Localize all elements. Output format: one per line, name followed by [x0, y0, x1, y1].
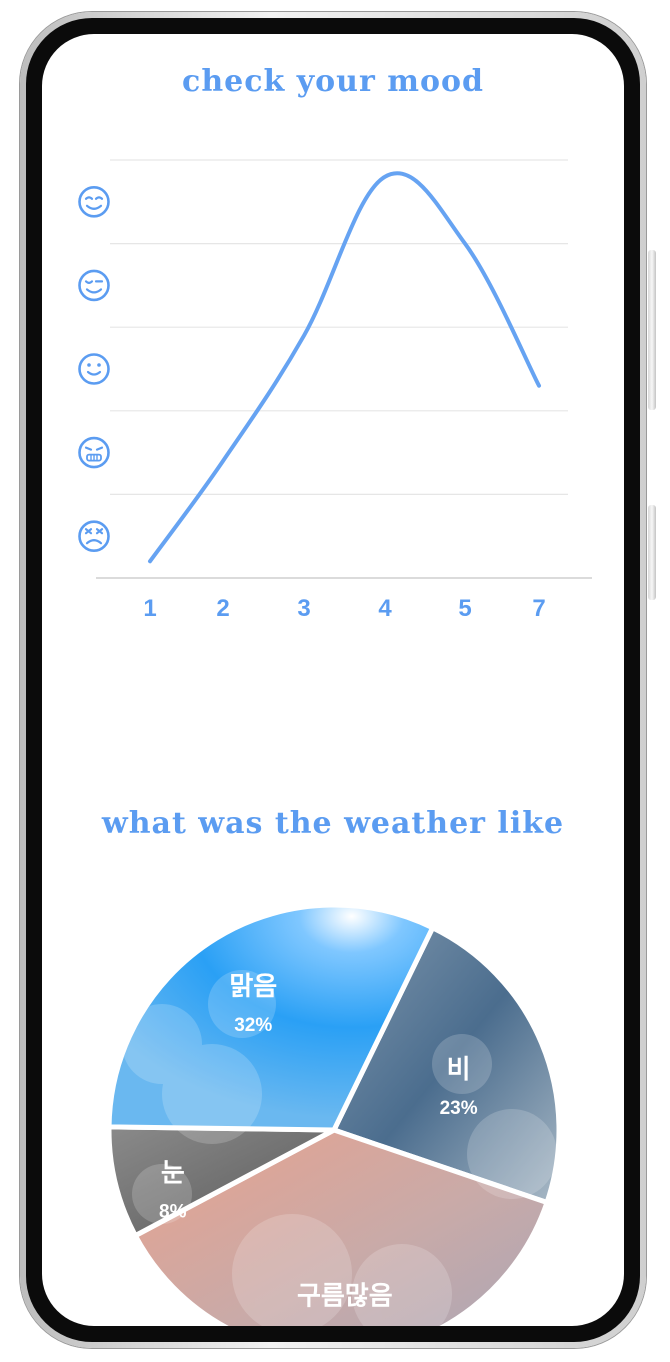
slice-value-label: 37% [326, 1325, 364, 1326]
weather-chart-title: what was the weather like [101, 806, 565, 841]
slice-value-label: 32% [234, 1015, 272, 1036]
slice-value-label: 23% [440, 1098, 478, 1119]
mood-line-chart: 1 2 3 4 5 7 [78, 159, 592, 622]
slice-label: 구름많음 [297, 1281, 393, 1311]
winking-face-icon [78, 269, 110, 302]
power-button [648, 505, 656, 600]
x-tick-label: 4 [378, 595, 392, 622]
slice-value-label: 8% [159, 1202, 187, 1223]
slice-label: 비 [447, 1054, 471, 1084]
weather-pie-chart: 맑음 32% 비 23% 구름많음 37% 눈 8% [106, 902, 562, 1326]
screen: check your mood 1 2 3 4 5 7 what was the weat… [42, 34, 624, 1326]
x-tick-label: 7 [532, 595, 545, 622]
mood-series-line [148, 171, 541, 564]
angry-face-icon [78, 520, 110, 553]
mood-chart-title: check your mood [182, 64, 484, 99]
x-tick-label: 5 [458, 595, 471, 622]
x-tick-label: 3 [297, 595, 310, 622]
x-tick-label: 2 [216, 595, 229, 622]
grinning-face-icon [78, 186, 110, 218]
x-tick-label: 1 [143, 595, 156, 622]
grimacing-face-icon [78, 436, 110, 469]
slice-label: 눈 [161, 1158, 185, 1188]
volume-button [648, 250, 656, 410]
smiling-face-icon [78, 353, 110, 385]
slice-label: 맑음 [229, 971, 277, 1001]
